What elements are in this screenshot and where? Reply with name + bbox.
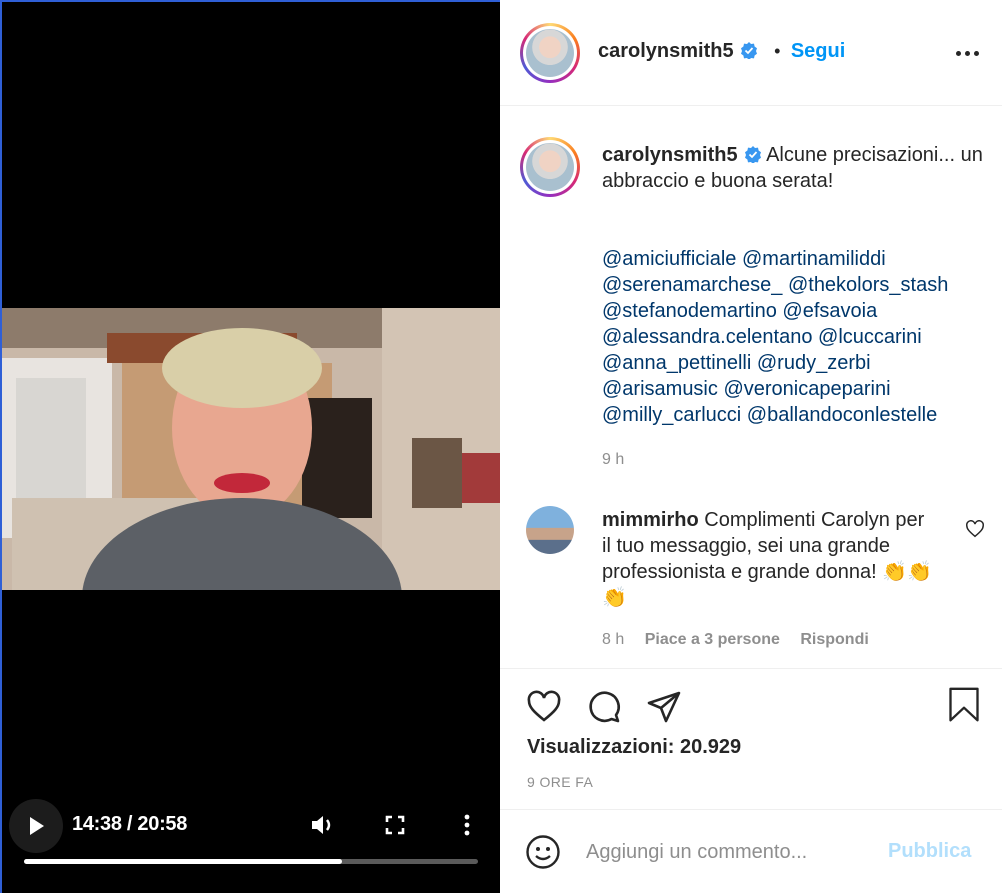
- author-username[interactable]: carolynsmith5: [598, 40, 734, 62]
- video-progress-bar[interactable]: [24, 859, 478, 864]
- comment-time: 8 h: [602, 631, 625, 648]
- comment-like-icon[interactable]: [965, 520, 985, 538]
- comment-icon[interactable]: [586, 689, 622, 725]
- mention-link[interactable]: @amiciufficiale: [602, 248, 736, 270]
- comment-meta: 8 h Piace a 3 persone Rispondi: [602, 631, 869, 649]
- add-comment-bar: Pubblica: [500, 810, 1002, 896]
- caption-time: 9 h: [602, 451, 625, 468]
- mention-link[interactable]: @alessandra.celentano: [602, 326, 812, 348]
- mention-link[interactable]: @anna_pettinelli: [602, 352, 751, 374]
- post-side-panel: carolynsmith5 • Segui carolynsmith5 Alcu…: [500, 0, 1002, 896]
- mention-link[interactable]: @efsavoia: [782, 300, 877, 322]
- comment-input[interactable]: [586, 836, 866, 868]
- play-button[interactable]: [9, 799, 63, 853]
- mention-link[interactable]: @milly_carlucci: [602, 404, 741, 426]
- author-line: carolynsmith5 • Segui: [598, 40, 845, 63]
- commenter-username[interactable]: mimmirho: [602, 509, 699, 531]
- mention-link[interactable]: @thekolors_stash: [788, 274, 948, 296]
- fullscreen-button[interactable]: [380, 810, 410, 840]
- post-header: carolynsmith5 • Segui: [500, 0, 1002, 106]
- video-still: [2, 308, 500, 590]
- mention-link[interactable]: @serenamarchese_: [602, 274, 782, 296]
- bookmark-icon[interactable]: [946, 687, 982, 723]
- video-player[interactable]: 14:38 / 20:58: [0, 0, 500, 893]
- post-options-button[interactable]: [954, 40, 980, 66]
- verified-icon: [744, 146, 761, 163]
- video-progress-fill: [24, 859, 342, 864]
- comment: mimmirho Complimenti Carolyn per il tuo …: [602, 507, 932, 611]
- caption-mentions: @amiciufficiale @martinamiliddi @serenam…: [602, 246, 992, 428]
- separator-dot: •: [774, 41, 781, 61]
- video-time: 14:38 / 20:58: [72, 813, 188, 835]
- play-icon: [30, 817, 44, 835]
- volume-button[interactable]: [308, 810, 338, 840]
- mention-link[interactable]: @ballandoconlestelle: [747, 404, 937, 426]
- mention-link[interactable]: @martinamiliddi: [742, 248, 886, 270]
- volume-icon: [312, 816, 331, 834]
- author-avatar[interactable]: [520, 23, 580, 83]
- mention-link[interactable]: @arisamusic: [602, 378, 718, 400]
- mention-link[interactable]: @lcuccarini: [818, 326, 922, 348]
- share-icon[interactable]: [646, 689, 682, 725]
- mention-link[interactable]: @rudy_zerbi: [757, 352, 871, 374]
- verified-icon: [740, 42, 757, 59]
- caption-avatar[interactable]: [520, 137, 580, 197]
- video-options-button[interactable]: [452, 810, 482, 840]
- video-frame[interactable]: [2, 308, 500, 590]
- more-icon: [955, 50, 979, 56]
- caption-username[interactable]: carolynsmith5: [602, 144, 738, 166]
- mention-link[interactable]: @stefanodemartino: [602, 300, 777, 322]
- caption: carolynsmith5 Alcune precisazioni... un …: [602, 142, 987, 194]
- fullscreen-icon: [385, 815, 405, 835]
- kebab-icon: [464, 814, 470, 836]
- comment-likes-link[interactable]: Piace a 3 persone: [645, 631, 780, 648]
- follow-button[interactable]: Segui: [791, 40, 845, 62]
- post-timestamp: 9 ORE FA: [527, 774, 594, 790]
- view-count[interactable]: Visualizzazioni: 20.929: [527, 736, 741, 759]
- commenter-avatar[interactable]: [526, 506, 574, 554]
- publish-button[interactable]: Pubblica: [888, 840, 971, 863]
- heart-icon[interactable]: [526, 689, 562, 725]
- mention-link[interactable]: @veronicapeparini: [723, 378, 890, 400]
- comment-reply-button[interactable]: Rispondi: [800, 631, 868, 648]
- post-modal: 14:38 / 20:58 carolynsmith5 • Segui caro…: [0, 0, 1002, 896]
- emoji-icon[interactable]: [525, 834, 561, 870]
